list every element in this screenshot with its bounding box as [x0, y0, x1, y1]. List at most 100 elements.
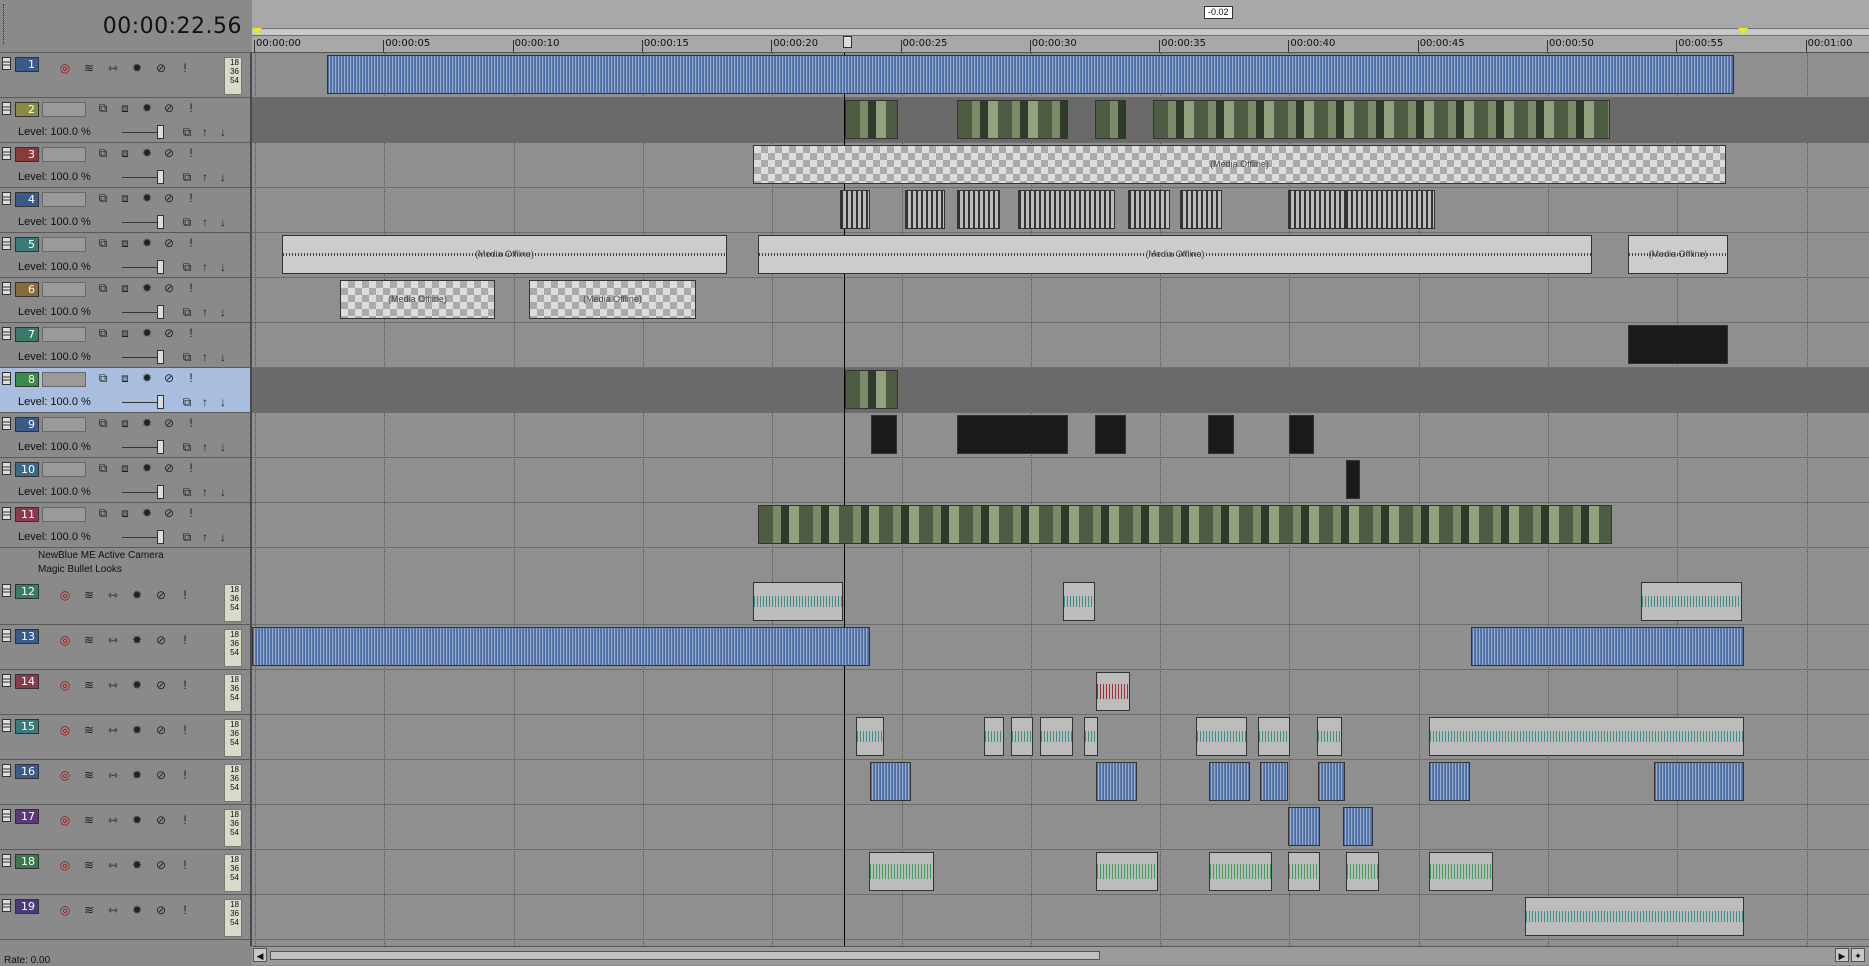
- track-envelope-icon[interactable]: ≋: [82, 813, 96, 827]
- pan-icon[interactable]: ⇿: [106, 903, 120, 917]
- marker-label[interactable]: -0.02: [1204, 6, 1233, 19]
- track-header-6[interactable]: 6 ⧉ ⧈ ✹ ⊘! Level: 100.0 % ⧉ ↑ ↓: [0, 278, 250, 323]
- track-fx-icon[interactable]: ✹: [130, 678, 144, 692]
- track-header-11[interactable]: 11 ⧉ ⧈ ✹ ⊘! Level: 100.0 % ⧉ ↑ ↓: [0, 503, 250, 548]
- compositing-icon[interactable]: ⧉: [180, 395, 194, 409]
- mute-icon[interactable]: ⊘: [154, 61, 168, 75]
- mute-icon[interactable]: ⊘: [162, 326, 176, 340]
- clip[interactable]: [758, 505, 1612, 544]
- clip[interactable]: [1208, 415, 1234, 454]
- track-motion-icon[interactable]: ⧉: [96, 326, 110, 340]
- arm-record-icon[interactable]: ◎: [58, 858, 72, 872]
- playhead-handle[interactable]: [843, 36, 852, 48]
- level-slider-track[interactable]: [122, 267, 162, 268]
- level-slider-track[interactable]: [122, 177, 162, 178]
- playhead-cursor[interactable]: [844, 53, 845, 946]
- clip[interactable]: [1260, 762, 1288, 801]
- level-slider-track[interactable]: [122, 312, 162, 313]
- clip[interactable]: (Media Offline): [753, 145, 1726, 184]
- arm-record-icon[interactable]: ◎: [58, 588, 72, 602]
- pan-icon[interactable]: ⇿: [106, 678, 120, 692]
- mute-icon[interactable]: ⊘: [154, 588, 168, 602]
- parent-up-icon[interactable]: ↑: [198, 485, 212, 499]
- clip[interactable]: (Media Offline): [340, 280, 495, 319]
- track-lane-10[interactable]: [252, 458, 1869, 503]
- arm-record-icon[interactable]: ◎: [58, 723, 72, 737]
- track-name-field[interactable]: [42, 192, 86, 207]
- parent-up-icon[interactable]: ↑: [198, 440, 212, 454]
- level-slider-knob[interactable]: [157, 305, 164, 319]
- clip[interactable]: [845, 370, 898, 409]
- compositing-icon[interactable]: ⧉: [180, 305, 194, 319]
- solo-icon[interactable]: !: [178, 723, 192, 737]
- parent-up-icon[interactable]: ↑: [198, 350, 212, 364]
- track-motion-icon[interactable]: ⧉: [96, 371, 110, 385]
- solo-icon[interactable]: !: [184, 461, 198, 475]
- track-envelope-icon[interactable]: ≋: [82, 903, 96, 917]
- solo-icon[interactable]: !: [184, 506, 198, 520]
- level-slider-knob[interactable]: [157, 215, 164, 229]
- pan-icon[interactable]: ⇿: [106, 768, 120, 782]
- compositing-icon[interactable]: ⧉: [180, 215, 194, 229]
- track-envelope-icon[interactable]: ≋: [82, 61, 96, 75]
- clip[interactable]: [1346, 852, 1379, 891]
- clip[interactable]: [753, 582, 843, 621]
- arm-record-icon[interactable]: ◎: [58, 678, 72, 692]
- clip[interactable]: [1525, 897, 1744, 936]
- clip[interactable]: [1096, 852, 1158, 891]
- clip[interactable]: [1288, 807, 1320, 846]
- track-minimize-icon[interactable]: [2, 584, 11, 597]
- compositing-icon[interactable]: ⧉: [180, 485, 194, 499]
- track-minimize-icon[interactable]: [2, 674, 11, 687]
- track-fx-icon[interactable]: ✹: [140, 236, 154, 250]
- clip[interactable]: [1180, 190, 1222, 229]
- track-motion-icon[interactable]: ⧉: [96, 146, 110, 160]
- track-minimize-icon[interactable]: [2, 372, 11, 385]
- clip[interactable]: [856, 717, 884, 756]
- track-lane-8[interactable]: [252, 368, 1869, 413]
- pan-icon[interactable]: ⇿: [106, 723, 120, 737]
- track-minimize-icon[interactable]: [2, 719, 11, 732]
- child-down-icon[interactable]: ↓: [216, 530, 230, 544]
- track-header-4[interactable]: 4 ⧉ ⧈ ✹ ⊘! Level: 100.0 % ⧉ ↑ ↓: [0, 188, 250, 233]
- track-motion-icon[interactable]: ⧉: [96, 236, 110, 250]
- level-slider-track[interactable]: [122, 402, 162, 403]
- clip[interactable]: [1471, 627, 1744, 666]
- track-minimize-icon[interactable]: [2, 854, 11, 867]
- track-header-10[interactable]: 10 ⧉ ⧈ ✹ ⊘! Level: 100.0 % ⧉ ↑ ↓: [0, 458, 250, 503]
- clip[interactable]: [957, 190, 1000, 229]
- level-slider-knob[interactable]: [157, 350, 164, 364]
- level-slider-track[interactable]: [122, 447, 162, 448]
- parent-up-icon[interactable]: ↑: [198, 305, 212, 319]
- clip[interactable]: [1628, 325, 1728, 364]
- child-down-icon[interactable]: ↓: [216, 485, 230, 499]
- compositing-icon[interactable]: ⧉: [180, 125, 194, 139]
- track-fx-icon[interactable]: ✹: [140, 461, 154, 475]
- track-name-field[interactable]: [42, 282, 86, 297]
- track-header-18[interactable]: 18 ◎ ≋ ⇿ ✹ ⊘! 18 36 54: [0, 850, 250, 895]
- track-fx-icon[interactable]: ✹: [130, 588, 144, 602]
- child-down-icon[interactable]: ↓: [216, 125, 230, 139]
- solo-icon[interactable]: !: [178, 678, 192, 692]
- track-envelope-icon[interactable]: ≋: [82, 768, 96, 782]
- track-fx-icon[interactable]: ✹: [140, 326, 154, 340]
- solo-icon[interactable]: !: [178, 61, 192, 75]
- clip[interactable]: [1063, 582, 1095, 621]
- child-down-icon[interactable]: ↓: [216, 350, 230, 364]
- compositing-icon[interactable]: ⧉: [180, 440, 194, 454]
- clip[interactable]: [1346, 460, 1360, 499]
- track-fx-icon[interactable]: ✹: [140, 416, 154, 430]
- compositing-icon[interactable]: ⧉: [180, 170, 194, 184]
- track-fx-icon[interactable]: ✹: [130, 633, 144, 647]
- track-minimize-icon[interactable]: [2, 462, 11, 475]
- track-fx-icon[interactable]: ✹: [130, 61, 144, 75]
- pan-icon[interactable]: ⇿: [106, 633, 120, 647]
- mute-icon[interactable]: ⊘: [162, 461, 176, 475]
- track-name-field[interactable]: [42, 507, 86, 522]
- level-slider-track[interactable]: [122, 492, 162, 493]
- track-minimize-icon[interactable]: [2, 629, 11, 642]
- track-header-3[interactable]: 3 ⧉ ⧈ ✹ ⊘! Level: 100.0 % ⧉ ↑ ↓: [0, 143, 250, 188]
- clip[interactable]: (Media Offline): [282, 235, 727, 274]
- clip[interactable]: [1288, 852, 1320, 891]
- clip[interactable]: [840, 190, 870, 229]
